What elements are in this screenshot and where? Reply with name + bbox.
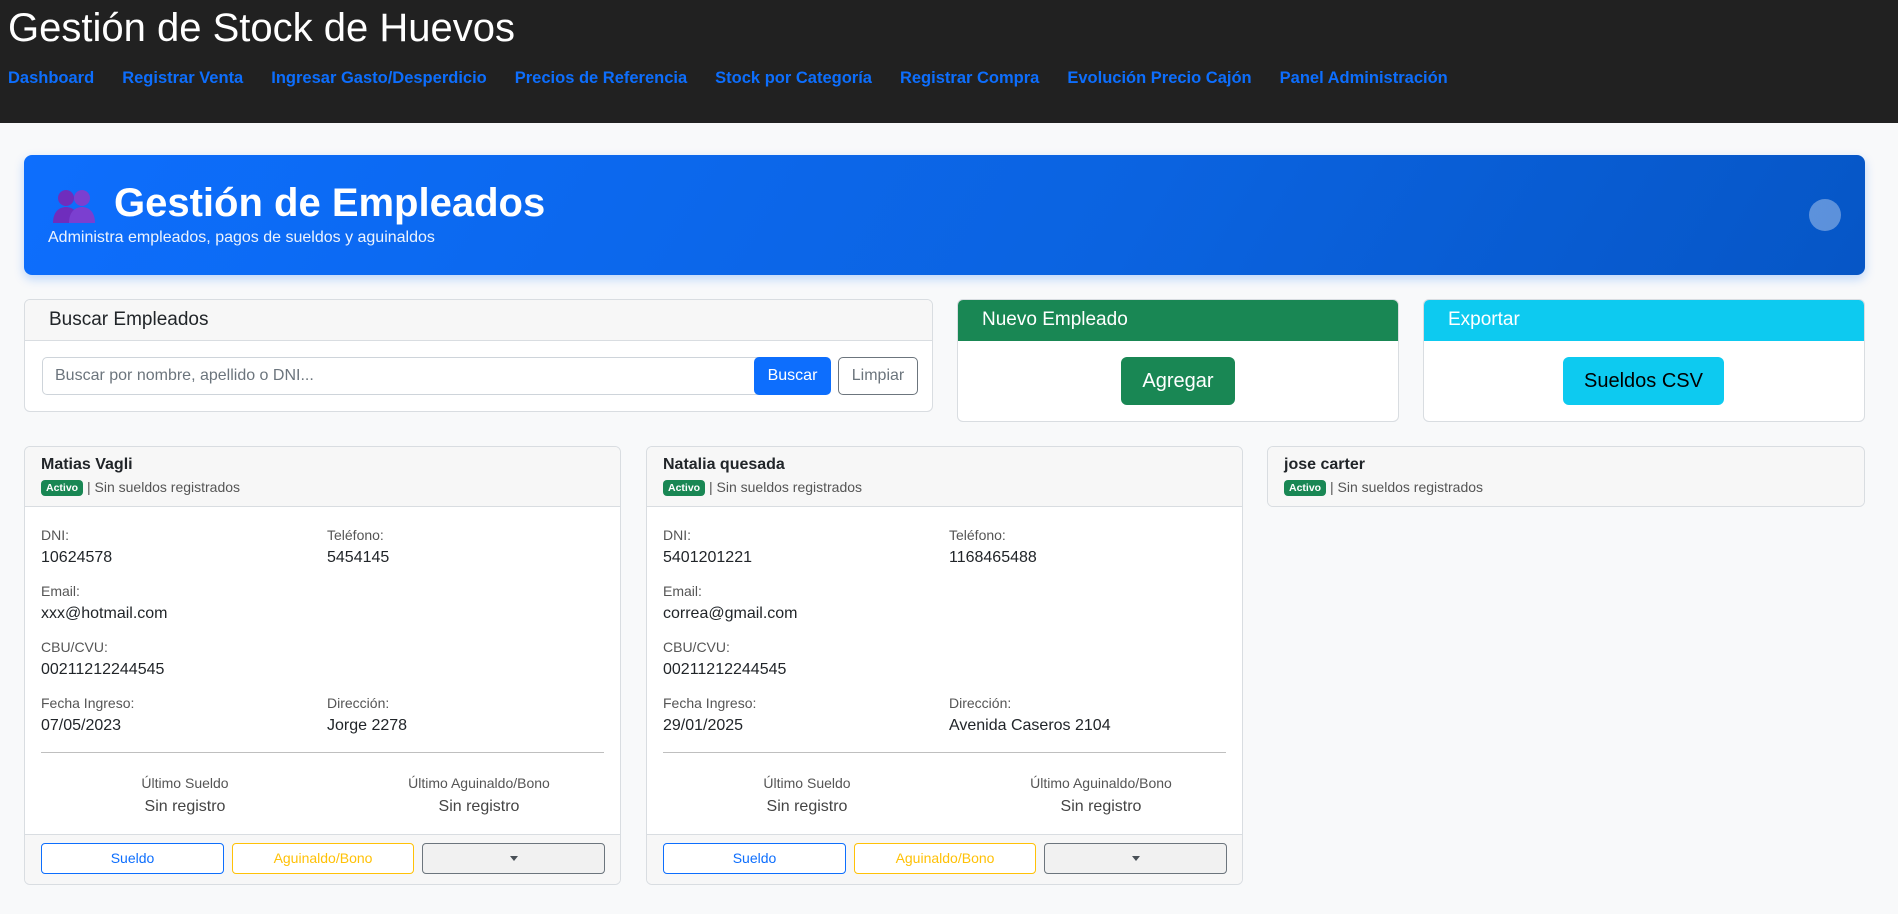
last-salary-label: Último Sueldo [763, 775, 851, 791]
email-label: Email: [41, 583, 80, 599]
decorative-circle [1809, 199, 1841, 231]
nav-stock-categoria[interactable]: Stock por Categoría [715, 67, 872, 89]
employee-name: Matias Vagli [41, 456, 133, 473]
export-card: Exportar Sueldos CSV [1423, 299, 1865, 422]
nav-precios-referencia[interactable]: Precios de Referencia [515, 67, 687, 89]
phone-value: 5454145 [327, 549, 390, 566]
hire-date-value: 29/01/2025 [663, 717, 744, 734]
more-actions-dropdown[interactable] [422, 843, 605, 874]
divider [663, 752, 1226, 753]
salary-status-text: | Sin sueldos registrados [708, 479, 863, 495]
cbu-value: 00211212244545 [41, 661, 165, 678]
last-salary-value: Sin registro [144, 798, 226, 815]
address-value: Jorge 2278 [327, 717, 408, 734]
dni-label: DNI: [663, 527, 691, 543]
email-value: correa@gmail.com [663, 605, 798, 622]
address-label: Dirección: [949, 695, 1012, 711]
new-employee-card: Nuevo Empleado Agregar [957, 299, 1399, 422]
export-title: Exportar [1424, 300, 1864, 341]
salary-status-text: | Sin sueldos registrados [1329, 479, 1484, 495]
employee-card-footer: Sueldo Aguinaldo/Bono [647, 834, 1242, 884]
phone-label: Teléfono: [949, 527, 1006, 543]
search-card: Buscar Empleados Buscar Limpiar [24, 299, 933, 412]
page-subtitle: Administra empleados, pagos de sueldos y… [48, 229, 435, 246]
employee-name: Natalia quesada [663, 456, 785, 473]
address-label: Dirección: [327, 695, 390, 711]
caret-down-icon [509, 856, 518, 861]
phone-value: 1168465488 [949, 549, 1037, 566]
email-value: xxx@hotmail.com [41, 605, 168, 622]
divider [41, 752, 604, 753]
last-bonus-label: Último Aguinaldo/Bono [1030, 775, 1172, 791]
more-actions-dropdown[interactable] [1044, 843, 1227, 874]
employee-card-body: DNI: 5401201221 Teléfono: 1168465488 Ema… [647, 507, 1242, 836]
main-nav: Dashboard Registrar Venta Ingresar Gasto… [8, 67, 1448, 89]
status-badge: Activo [1284, 480, 1327, 496]
nav-registrar-venta[interactable]: Registrar Venta [122, 67, 243, 89]
employee-card-header: Natalia quesada Activo | Sin sueldos reg… [647, 447, 1242, 507]
pay-bonus-button[interactable]: Aguinaldo/Bono [854, 843, 1036, 874]
last-bonus-label: Último Aguinaldo/Bono [408, 775, 550, 791]
status-badge: Activo [663, 480, 706, 496]
pay-bonus-button[interactable]: Aguinaldo/Bono [232, 843, 414, 874]
last-salary-label: Último Sueldo [141, 775, 229, 791]
search-input[interactable] [42, 357, 769, 395]
employee-card-header: jose carter Activo | Sin sueldos registr… [1268, 447, 1864, 506]
employee-card-header: Matias Vagli Activo | Sin sueldos regist… [25, 447, 620, 507]
export-csv-button[interactable]: Sueldos CSV [1563, 357, 1724, 405]
hire-date-value: 07/05/2023 [41, 717, 122, 734]
pay-salary-button[interactable]: Sueldo [41, 843, 224, 874]
nav-registrar-compra[interactable]: Registrar Compra [900, 67, 1039, 89]
salary-status-text: | Sin sueldos registrados [86, 479, 241, 495]
employee-card: Matias Vagli Activo | Sin sueldos regist… [24, 446, 621, 885]
dni-value: 10624578 [41, 549, 113, 566]
users-icon [53, 190, 95, 223]
employee-name: jose carter [1284, 456, 1365, 473]
employee-card[interactable]: jose carter Activo | Sin sueldos registr… [1267, 446, 1865, 507]
caret-down-icon [1131, 856, 1140, 861]
last-bonus-value: Sin registro [1060, 798, 1142, 815]
dni-value: 5401201221 [663, 549, 752, 566]
phone-label: Teléfono: [327, 527, 384, 543]
employee-card-footer: Sueldo Aguinaldo/Bono [25, 834, 620, 884]
page-title: Gestión de Empleados [114, 181, 546, 225]
nav-ingresar-gasto[interactable]: Ingresar Gasto/Desperdicio [271, 67, 487, 89]
employee-card-body: DNI: 10624578 Teléfono: 5454145 Email: x… [25, 507, 620, 836]
top-navbar: Gestión de Stock de Huevos Dashboard Reg… [0, 0, 1898, 123]
nav-evolucion-precio[interactable]: Evolución Precio Cajón [1067, 67, 1251, 89]
app-title: Gestión de Stock de Huevos [8, 6, 515, 50]
hire-date-label: Fecha Ingreso: [41, 695, 135, 711]
hire-date-label: Fecha Ingreso: [663, 695, 757, 711]
add-employee-button[interactable]: Agregar [1121, 357, 1235, 405]
new-employee-title: Nuevo Empleado [958, 300, 1398, 341]
search-card-title: Buscar Empleados [25, 300, 932, 341]
nav-dashboard[interactable]: Dashboard [8, 67, 94, 89]
search-button[interactable]: Buscar [754, 357, 831, 395]
address-value: Avenida Caseros 2104 [949, 717, 1111, 734]
last-bonus-value: Sin registro [438, 798, 520, 815]
clear-button[interactable]: Limpiar [838, 357, 918, 395]
status-badge: Activo [41, 480, 84, 496]
employee-card: Natalia quesada Activo | Sin sueldos reg… [646, 446, 1243, 885]
pay-salary-button[interactable]: Sueldo [663, 843, 846, 874]
nav-panel-administracion[interactable]: Panel Administración [1280, 67, 1448, 89]
last-salary-value: Sin registro [766, 798, 848, 815]
email-label: Email: [663, 583, 702, 599]
cbu-label: CBU/CVU: [663, 639, 730, 655]
cbu-label: CBU/CVU: [41, 639, 108, 655]
dni-label: DNI: [41, 527, 69, 543]
page-header-banner: Gestión de Empleados Administra empleado… [24, 155, 1865, 275]
cbu-value: 00211212244545 [663, 661, 787, 678]
